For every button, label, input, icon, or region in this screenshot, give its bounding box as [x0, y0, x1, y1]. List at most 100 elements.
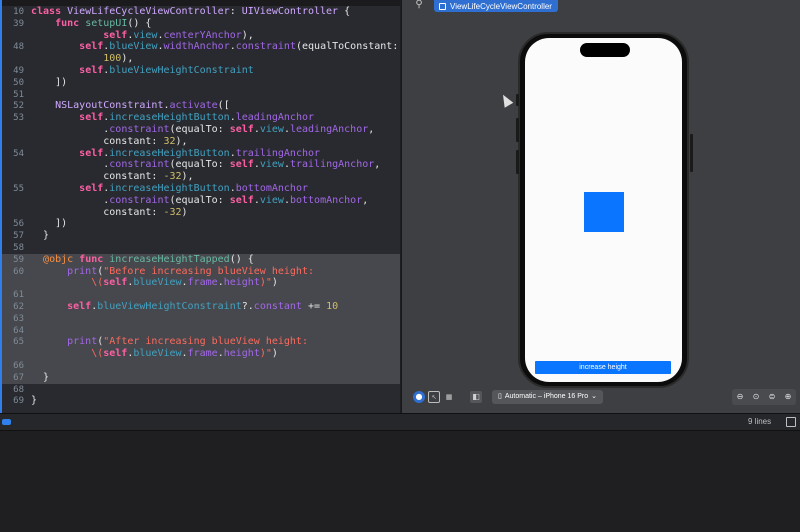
code-line[interactable]: 10 class ViewLifeCycleViewController: UIV…	[0, 6, 400, 18]
code-line[interactable]: 63	[0, 312, 400, 325]
code-line[interactable]: 60 print("Before increasing blueView hei…	[0, 265, 400, 278]
phone-volume-up	[516, 118, 519, 142]
code-token: centerYAnchor	[163, 29, 242, 41]
line-number: 53	[13, 113, 24, 124]
code-line[interactable]: 48 self.blueView.widthAnchor.constraint(…	[0, 41, 400, 53]
code-token: )"	[259, 348, 272, 360]
zoom-fit-icon[interactable]: ⊙	[750, 392, 762, 402]
code-token: "Before increasing blueView height:	[103, 265, 314, 277]
code-token: ),	[175, 135, 188, 147]
code-line[interactable]: constant: -32),	[0, 171, 400, 183]
line-number: 52	[13, 101, 24, 112]
code-line[interactable]: 67 }	[0, 371, 400, 384]
code-token: frame	[187, 348, 218, 360]
code-line[interactable]: \(self.blueView.frame.height)")	[0, 348, 400, 361]
code-token: view	[133, 29, 158, 41]
code-line[interactable]: 58	[0, 242, 400, 254]
play-circle-icon[interactable]: ●	[413, 391, 425, 403]
code-editor[interactable]: 10 class ViewLifeCycleViewController: UIV…	[0, 0, 400, 413]
code-line[interactable]: self.view.centerYAnchor),	[0, 30, 400, 42]
code-token: }	[31, 395, 38, 407]
code-token: leadingAnchor	[289, 124, 369, 135]
code-token: view	[259, 194, 284, 206]
code-line[interactable]: 61	[0, 289, 400, 302]
code-line[interactable]: \(self.blueView.frame.height)")	[0, 277, 400, 290]
code-line[interactable]: .constraint(equalTo: self.view.trailingA…	[0, 159, 400, 171]
code-line[interactable]: 68	[0, 384, 400, 396]
code-token: self	[103, 348, 128, 360]
phone-screen: increase height	[525, 38, 682, 382]
phone-action-button	[516, 94, 519, 106]
code-token: constant:	[31, 171, 164, 183]
code-token: )"	[259, 277, 272, 289]
code-line[interactable]: 64	[0, 324, 400, 337]
code-text: 100),	[31, 53, 133, 65]
preview-canvas[interactable]: ⚲ ViewLifeCycleViewController increase h…	[401, 0, 800, 413]
split-view-icon[interactable]	[786, 417, 796, 427]
preview-tab-icon	[439, 2, 446, 10]
code-line[interactable]: 50 ])	[0, 77, 400, 89]
code-token: ?.	[241, 301, 254, 312]
preview-tab[interactable]: ViewLifeCycleViewController	[434, 0, 558, 12]
code-token: widthAnchor	[163, 41, 230, 53]
code-line[interactable]: 62 self.blueViewHeightConstraint?.consta…	[0, 301, 400, 313]
cursor-select-icon[interactable]: ↖	[428, 391, 440, 403]
code-token: 32	[163, 135, 176, 147]
code-token: self	[229, 194, 254, 206]
code-line[interactable]: .constraint(equalTo: self.view.bottomAnc…	[0, 195, 400, 207]
pin-icon[interactable]: ⚲	[410, 0, 428, 12]
code-token: self	[67, 301, 92, 312]
code-line[interactable]: 69}	[0, 395, 400, 407]
line-number: 57	[13, 231, 24, 242]
code-line[interactable]: constant: -32)	[0, 207, 400, 219]
dynamic-island	[580, 43, 630, 57]
code-token: (equalTo:	[169, 124, 230, 135]
line-number: 63	[13, 313, 24, 324]
code-line[interactable]: 65 print("After increasing blueView heig…	[0, 336, 400, 349]
code-line[interactable]: 49 self.blueViewHeightConstraint	[0, 65, 400, 77]
code-line[interactable]: 59 @objc func increaseHeightTapped() {	[0, 253, 400, 266]
code-line[interactable]: 66	[0, 360, 400, 372]
code-line[interactable]: constant: 32),	[0, 136, 400, 148]
code-line[interactable]: 52 NSLayoutConstraint.activate([	[0, 100, 400, 112]
device-settings-icon[interactable]: ◧	[470, 391, 482, 403]
code-line[interactable]: 55 self.increaseHeightButton.bottomAncho…	[0, 183, 400, 195]
code-token: \(	[31, 277, 104, 289]
code-line[interactable]: 56 ])	[0, 218, 400, 230]
line-number: 68	[13, 384, 24, 395]
code-line[interactable]: 53 self.increaseHeightButton.leadingAnch…	[0, 112, 400, 124]
line-number: 55	[13, 184, 24, 194]
code-text: }	[31, 372, 49, 384]
code-line[interactable]: 57 }	[0, 230, 400, 242]
line-number: 60	[13, 266, 24, 277]
code-text: \(self.blueView.frame.height)")	[31, 277, 278, 289]
increase-height-button[interactable]: increase height	[535, 361, 671, 374]
code-token: bottomAnchor	[235, 183, 308, 194]
code-token: activate	[169, 100, 218, 112]
mouse-cursor-icon	[498, 92, 514, 108]
debug-bar: 9 lines	[0, 413, 800, 431]
code-token: self	[79, 65, 104, 76]
code-token: constraint	[109, 159, 170, 171]
code-token: ([	[217, 100, 230, 112]
code-line[interactable]: 51	[0, 89, 400, 101]
code-line[interactable]: 100),	[0, 53, 400, 65]
grid-variants-icon[interactable]: ▦	[443, 391, 455, 403]
zoom-actual-icon[interactable]: ⊜	[766, 392, 778, 402]
debug-area-toggle[interactable]	[2, 419, 11, 425]
zoom-controls: ⊖ ⊙ ⊜ ⊕	[732, 389, 796, 405]
console-area[interactable]	[0, 431, 800, 532]
code-token: :	[229, 6, 242, 17]
code-token: increaseHeightButton	[109, 112, 230, 124]
line-number: 10	[13, 7, 24, 17]
code-line[interactable]: 39 func setupUI() {	[0, 18, 400, 30]
code-line[interactable]: 54 self.increaseHeightButton.trailingAnc…	[0, 148, 400, 160]
code-line[interactable]: .constraint(equalTo: self.view.leadingAn…	[0, 124, 400, 136]
device-picker[interactable]: ▯ Automatic – iPhone 16 Pro ⌄	[492, 390, 604, 404]
code-token: constraint	[109, 194, 170, 206]
zoom-out-icon[interactable]: ⊖	[734, 392, 746, 402]
zoom-in-icon[interactable]: ⊕	[782, 392, 794, 402]
line-number: 66	[13, 361, 24, 371]
